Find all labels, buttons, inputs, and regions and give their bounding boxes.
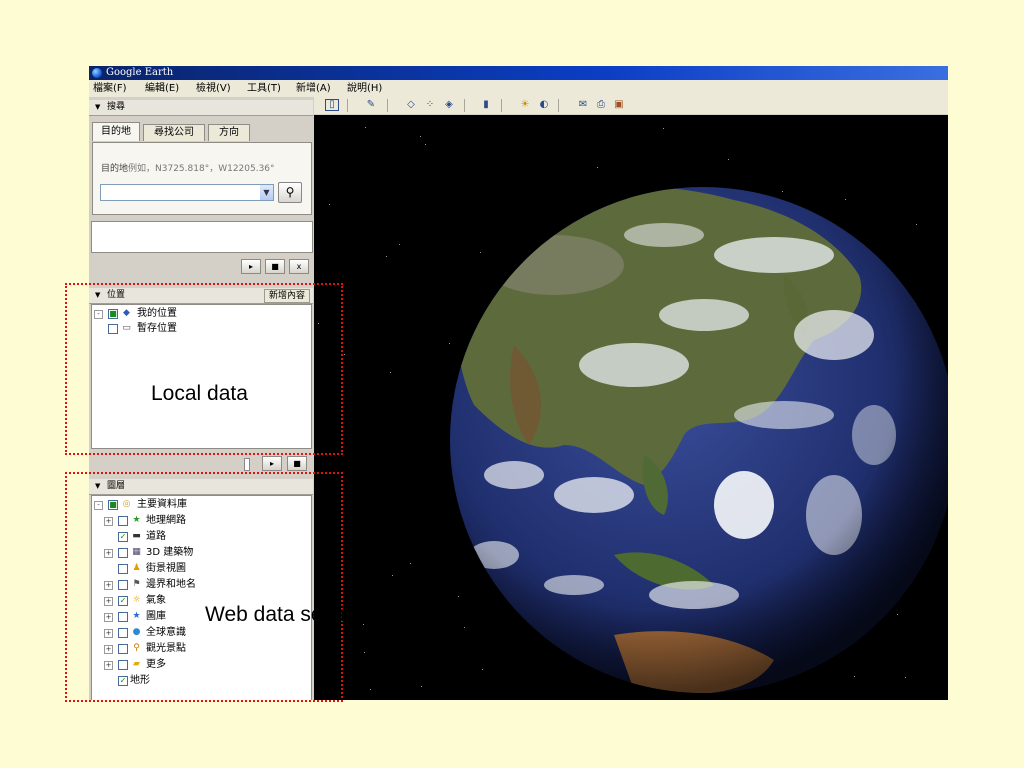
- play-button[interactable]: ▸: [241, 259, 261, 274]
- toolbar-separator: [387, 99, 388, 112]
- tab-find-business[interactable]: 尋找公司: [143, 124, 205, 141]
- space-view[interactable]: [314, 115, 948, 700]
- hint-label: 目的地: [101, 164, 129, 174]
- toolbar-separator: [558, 99, 559, 112]
- hint-example: 例如，N3725.818°，W12205.36°: [128, 164, 275, 174]
- tab-directions[interactable]: 方向: [208, 124, 250, 141]
- local-data-annotation: Local data: [151, 382, 248, 405]
- email-icon[interactable]: ✉: [576, 99, 590, 111]
- stop-button[interactable]: ■: [265, 259, 285, 274]
- stop-tour-button[interactable]: ■: [287, 456, 307, 471]
- search-hint: 目的地例如，N3725.818°，W12205.36°: [101, 161, 275, 174]
- toolbar-separator: [347, 99, 348, 112]
- local-data-highlight: [65, 283, 343, 455]
- search-button[interactable]: ⚲: [278, 182, 302, 203]
- search-results[interactable]: [91, 221, 313, 253]
- web-data-highlight: [65, 472, 343, 702]
- print-icon[interactable]: ⎙: [594, 99, 608, 111]
- title-bar[interactable]: Google Earth: [89, 66, 948, 80]
- image-overlay-icon[interactable]: ◈: [442, 99, 456, 111]
- menu-add[interactable]: 新增(A): [296, 80, 331, 97]
- tour-controls: ▸ ■: [244, 456, 311, 471]
- web-data-annotation: Web data service: [205, 603, 367, 626]
- globe-image[interactable]: [314, 115, 948, 700]
- collapse-triangle-icon[interactable]: ▼: [95, 100, 100, 115]
- toolbar-separator: [464, 99, 465, 112]
- google-earth-logo-icon: [92, 68, 102, 78]
- chevron-down-icon[interactable]: ▼: [260, 185, 273, 200]
- menu-tools[interactable]: 工具(T): [247, 80, 281, 97]
- sunlight-icon[interactable]: ☀: [518, 99, 532, 111]
- path-icon[interactable]: ⁘: [423, 99, 437, 111]
- polygon-icon[interactable]: ◇: [404, 99, 418, 111]
- magnifier-icon: ⚲: [285, 185, 295, 199]
- toolbar-separator: [501, 99, 502, 112]
- search-panel-title: 搜尋: [107, 102, 126, 112]
- ruler-icon[interactable]: ▮: [479, 99, 493, 111]
- menu-help[interactable]: 說明(H): [347, 80, 382, 97]
- sidebar-toggle-icon[interactable]: ▯: [325, 99, 339, 111]
- play-tour-button[interactable]: ▸: [262, 456, 282, 471]
- earth-viewer: ▯ ✎ ◇ ⁘ ◈ ▮ ☀ ◐ ✉ ⎙ ▣: [314, 97, 948, 700]
- menu-edit[interactable]: 編輯(E): [145, 80, 179, 97]
- viewer-toolbar: ▯ ✎ ◇ ⁘ ◈ ▮ ☀ ◐ ✉ ⎙ ▣: [314, 97, 948, 114]
- tour-slider-handle[interactable]: [244, 458, 250, 471]
- planet-switch-icon[interactable]: ◐: [537, 99, 551, 111]
- window-title: Google Earth: [106, 67, 174, 78]
- search-input[interactable]: ▼: [100, 184, 274, 201]
- search-panel-header[interactable]: ▼ 搜尋: [89, 100, 313, 116]
- search-box: 目的地例如，N3725.818°，W12205.36° ▼ ⚲: [92, 142, 312, 215]
- view-in-maps-icon[interactable]: ▣: [612, 99, 626, 111]
- search-controls: ▸ ■ x: [241, 259, 311, 274]
- tab-fly-to[interactable]: 目的地: [92, 122, 140, 141]
- placemark-icon[interactable]: ✎: [364, 99, 378, 111]
- clear-button[interactable]: x: [289, 259, 309, 274]
- menu-file[interactable]: 檔案(F): [93, 80, 127, 97]
- menu-view[interactable]: 檢視(V): [196, 80, 231, 97]
- menu-bar: 檔案(F) 編輯(E) 檢視(V) 工具(T) 新增(A) 說明(H): [89, 80, 948, 97]
